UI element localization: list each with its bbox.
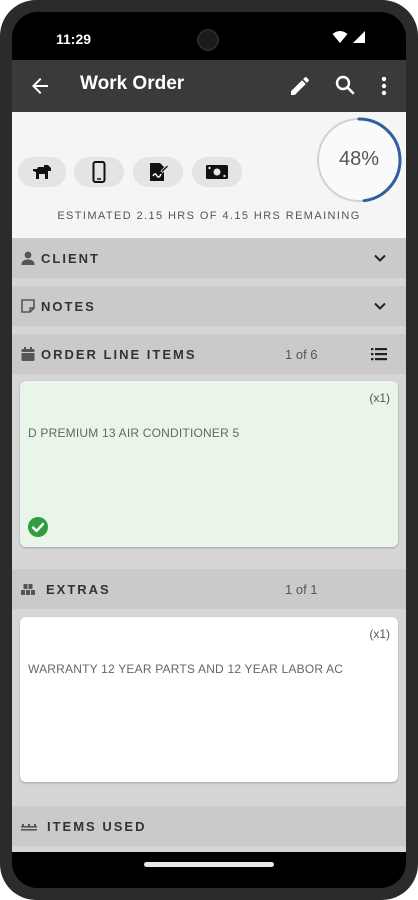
extras-count: 1 of 1 — [285, 582, 318, 597]
work-order-content: 48% ESTIMATED 2.15 HRS OF 4.15 HRS REMAI… — [12, 112, 406, 852]
client-section-label: CLIENT — [41, 251, 100, 266]
time-estimate: ESTIMATED 2.15 HRS OF 4.15 HRS REMAINING — [57, 210, 361, 222]
dog-icon — [33, 165, 51, 179]
order-line-item-card[interactable]: (x1) D PREMIUM 13 AIR CONDITIONER 5 — [20, 381, 398, 547]
item-quantity: (x1) — [369, 391, 390, 405]
wifi-icon — [332, 31, 348, 43]
order-line-items-count: 1 of 6 — [285, 347, 318, 362]
extras-section-label: EXTRAS — [46, 582, 111, 597]
status-icons — [332, 30, 366, 44]
search-icon[interactable] — [333, 73, 357, 97]
back-arrow-icon[interactable] — [28, 74, 52, 98]
work-order-summary: 48% ESTIMATED 2.15 HRS OF 4.15 HRS REMAI… — [12, 112, 406, 238]
pet-button[interactable] — [18, 157, 66, 187]
items-used-icon — [21, 824, 37, 831]
order-line-items-header[interactable]: ORDER LINE ITEMS 1 of 6 — [12, 334, 406, 374]
items-used-section-label: ITEMS USED — [47, 819, 147, 834]
extras-icon — [21, 584, 35, 595]
edit-pencil-icon[interactable] — [288, 74, 312, 98]
completed-check-icon — [28, 517, 48, 537]
camera-cutout — [197, 29, 219, 51]
home-gesture-handle[interactable] — [144, 862, 274, 867]
chevron-down-icon[interactable] — [372, 250, 388, 266]
item-quantity: (x1) — [369, 627, 390, 641]
extras-item-card[interactable]: (x1) WARRANTY 12 YEAR PARTS AND 12 YEAR … — [20, 617, 398, 782]
status-bar: 11:29 — [12, 12, 406, 60]
screen: 11:29 Work Order 48% ESTIMATED 2.15 HRS … — [12, 12, 406, 888]
item-description: D PREMIUM 13 AIR CONDITIONER 5 — [28, 426, 240, 440]
order-line-items-label: ORDER LINE ITEMS — [41, 347, 197, 362]
payment-button[interactable] — [192, 157, 242, 187]
notes-section-label: NOTES — [41, 299, 96, 314]
list-icon[interactable] — [370, 346, 388, 362]
extras-section-header[interactable]: EXTRAS 1 of 1 — [12, 569, 406, 609]
app-bar: Work Order — [12, 60, 406, 112]
items-used-section-header[interactable]: ITEMS USED — [12, 806, 406, 846]
system-nav-bar — [12, 852, 406, 888]
chevron-down-icon[interactable] — [372, 298, 388, 314]
notes-section-header[interactable]: NOTES — [12, 286, 406, 326]
signature-icon — [150, 163, 169, 181]
device-frame: 11:29 Work Order 48% ESTIMATED 2.15 HRS … — [0, 0, 418, 900]
status-time: 11:29 — [56, 31, 92, 47]
phone-icon — [92, 161, 106, 183]
phone-button[interactable] — [74, 157, 124, 187]
client-section-header[interactable]: CLIENT — [12, 238, 406, 278]
more-vert-icon[interactable] — [374, 74, 394, 98]
item-description: WARRANTY 12 YEAR PARTS AND 12 YEAR LABOR… — [28, 662, 344, 676]
cash-icon — [206, 165, 228, 179]
calendar-icon — [21, 347, 35, 361]
page-title: Work Order — [80, 73, 185, 94]
cellular-signal-icon — [353, 31, 365, 43]
signature-button[interactable] — [133, 157, 183, 187]
note-icon — [21, 299, 35, 313]
progress-percent: 48% — [338, 148, 380, 170]
person-icon — [21, 251, 35, 265]
